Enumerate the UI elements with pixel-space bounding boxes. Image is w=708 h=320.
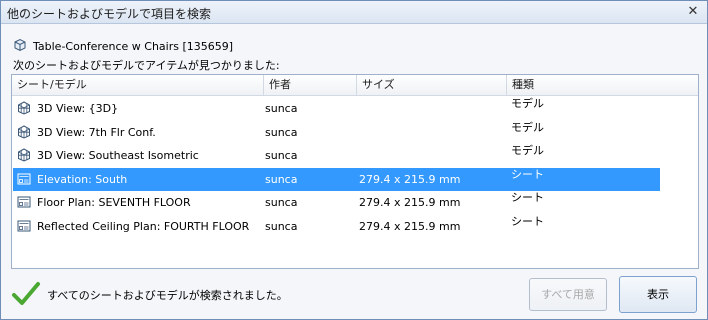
element-info: Table-Conference w Chairs [135659] — [13, 38, 233, 54]
table-row[interactable]: Reflected Ceiling Plan: FOURTH FLOOR sunc… — [13, 215, 660, 238]
check-icon — [11, 281, 41, 310]
element-name: Table-Conference w Chairs [135659] — [33, 39, 234, 53]
list-header: シート/モデル 作者 サイズ 種類 — [12, 75, 698, 96]
3d-view-icon — [17, 101, 31, 115]
sheet-model-cell: 3D View: Southeast Isometric — [37, 149, 199, 162]
type-cell: シート — [511, 191, 544, 204]
size-cell: 279.4 x 215.9 mm — [359, 172, 461, 186]
sheet-icon — [17, 195, 31, 209]
author-cell: sunca — [265, 219, 298, 233]
all-ready-button[interactable]: すべて用意 — [529, 278, 607, 311]
close-button[interactable]: ✕ — [685, 4, 701, 20]
type-cell: シート — [511, 167, 544, 181]
type-cell: モデル — [511, 97, 544, 110]
sheet-model-cell: Reflected Ceiling Plan: FOURTH FLOOR — [37, 219, 250, 233]
title-bar: 他のシートおよびモデルで項目を検索 ✕ — [1, 1, 707, 24]
3d-view-icon — [17, 148, 31, 162]
show-button[interactable]: 表示 — [619, 276, 697, 313]
column-header-size[interactable]: サイズ — [357, 75, 507, 95]
author-cell: sunca — [265, 125, 298, 139]
sheet-model-cell: 3D View: {3D} — [37, 102, 119, 115]
family-cube-icon — [13, 38, 27, 55]
type-cell: シート — [511, 214, 544, 228]
column-header-type[interactable]: 種類 — [507, 75, 698, 95]
size-cell: 279.4 x 215.9 mm — [359, 219, 461, 233]
sheet-icon — [17, 219, 31, 233]
table-row[interactable]: 3D View: 7th Flr Conf. sunca モデル — [13, 121, 660, 144]
table-row[interactable]: 3D View: {3D} sunca モデル — [13, 97, 660, 120]
results-list[interactable]: シート/モデル 作者 サイズ 種類 3D View: {3D} sunca モデル 3… — [11, 74, 699, 269]
3d-view-icon — [17, 124, 31, 139]
type-cell: モデル — [511, 144, 544, 157]
sheet-model-cell: Elevation: South — [37, 172, 128, 186]
sheet-icon — [17, 172, 31, 186]
type-cell: モデル — [511, 120, 544, 134]
sheet-model-cell: Floor Plan: SEVENTH FLOOR — [37, 196, 191, 209]
dialog-title: 他のシートおよびモデルで項目を検索 — [7, 7, 212, 21]
table-row[interactable]: Floor Plan: SEVENTH FLOOR sunca 279.4 x 21… — [13, 191, 660, 214]
size-cell: 279.4 x 215.9 mm — [359, 196, 461, 209]
column-header-sheet-model[interactable]: シート/モデル — [12, 75, 264, 95]
table-row[interactable]: Elevation: South sunca 279.4 x 215.9 mm シート — [13, 167, 660, 191]
column-header-author[interactable]: 作者 — [264, 75, 357, 95]
status-message: すべてのシートおよびモデルが検索されました。 — [47, 289, 288, 302]
search-dialog: 他のシートおよびモデルで項目を検索 ✕ Table-Conference w C… — [0, 0, 708, 320]
author-cell: sunca — [265, 196, 298, 209]
author-cell: sunca — [265, 102, 298, 115]
author-cell: sunca — [265, 172, 298, 186]
sheet-model-cell: 3D View: 7th Flr Conf. — [37, 125, 156, 139]
table-row[interactable]: 3D View: Southeast Isometric sunca モデル — [13, 144, 660, 167]
found-label: 次のシートおよびモデルでアイテムが見つかりました: — [13, 59, 280, 72]
author-cell: sunca — [265, 149, 298, 162]
